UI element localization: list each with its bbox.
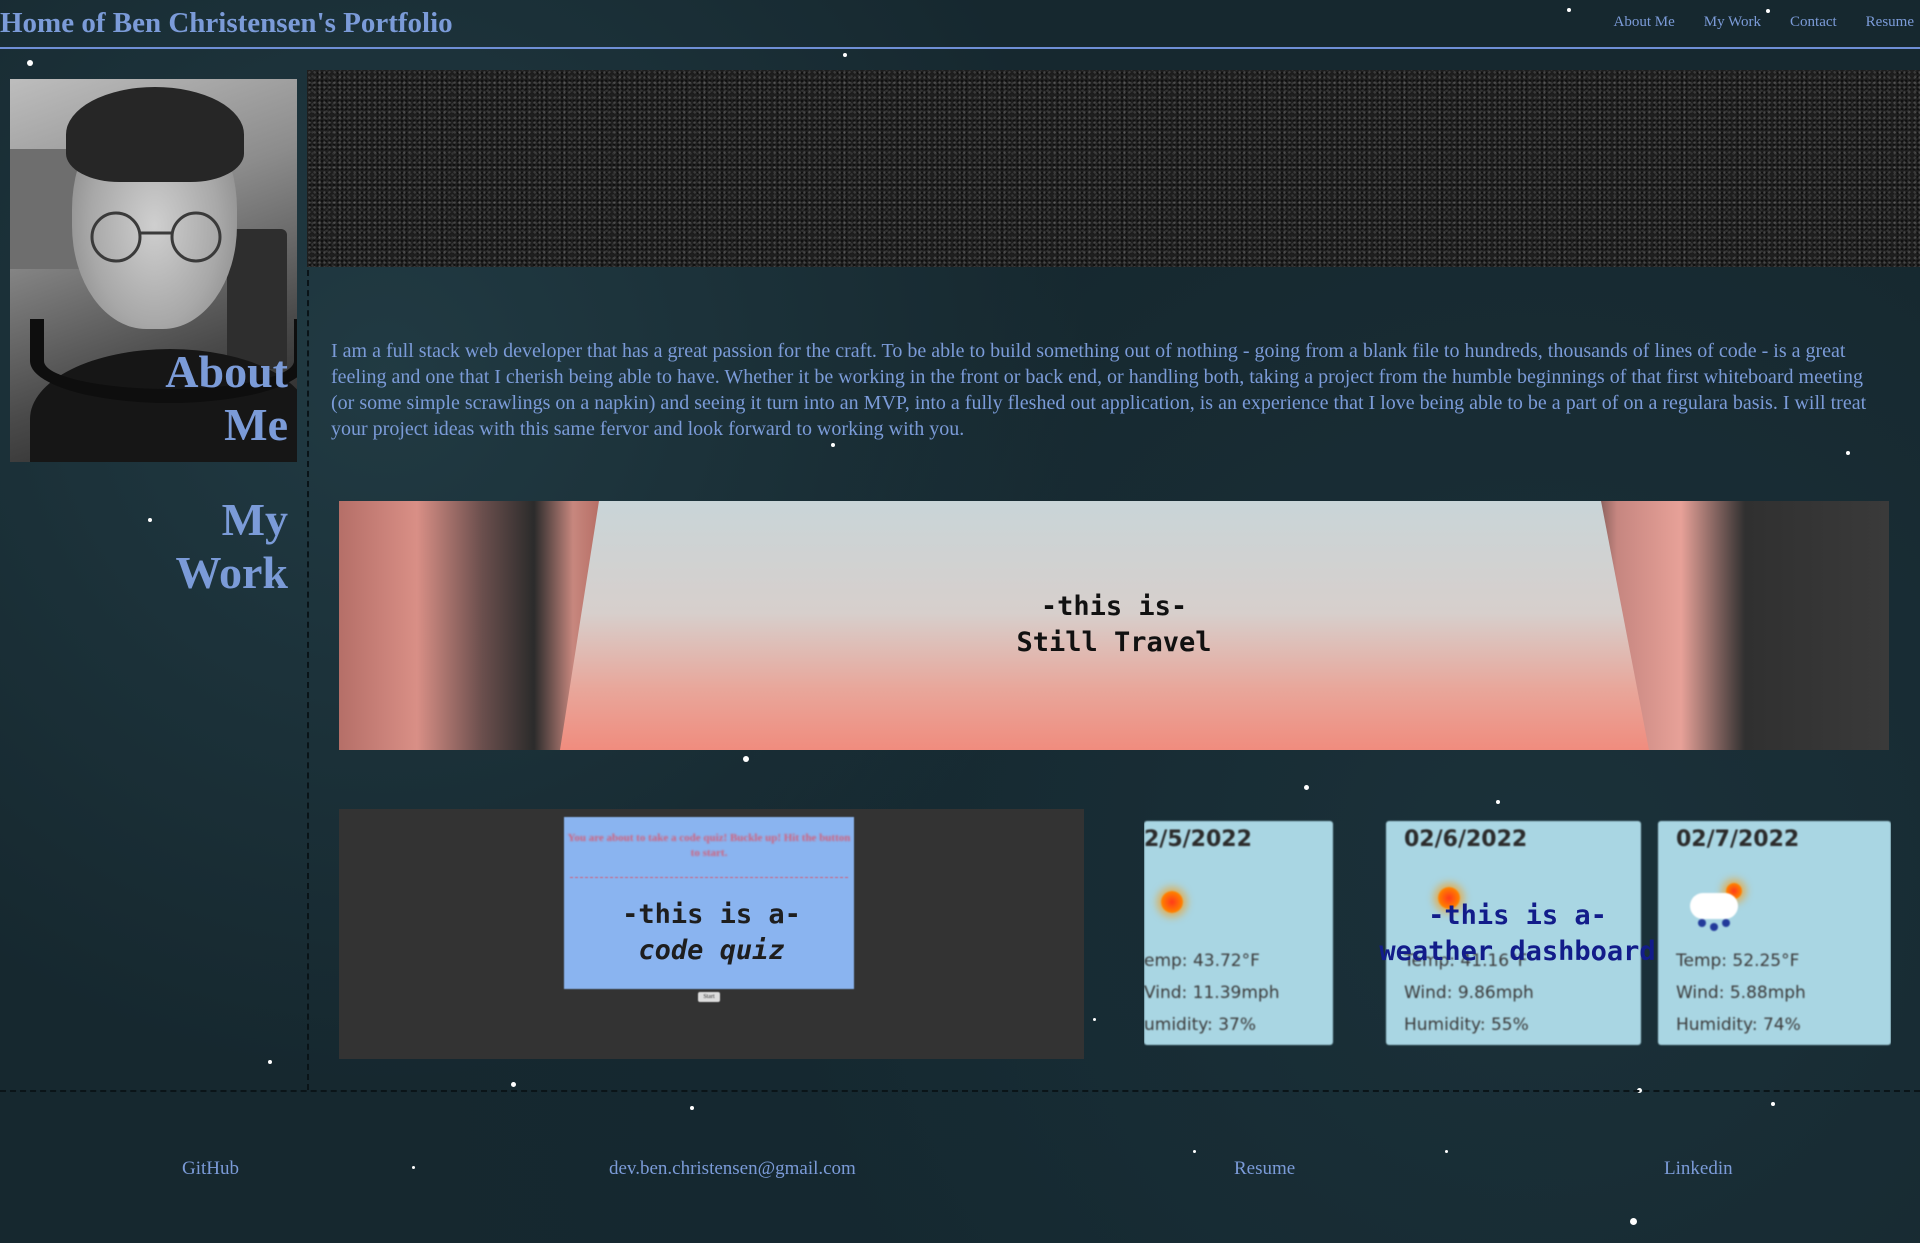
- star: [1846, 451, 1850, 455]
- star: [743, 756, 749, 762]
- footer-resume-link[interactable]: Resume: [1234, 1158, 1295, 1180]
- caption-line1: -this is a-: [1428, 900, 1607, 931]
- footer-linkedin-link[interactable]: Linkedin: [1664, 1158, 1733, 1180]
- weather-wind: Vind: 11.39mph: [1144, 983, 1280, 1003]
- footer-divider: [0, 1090, 1920, 1092]
- photo-glasses: [90, 211, 222, 263]
- project-caption: -this is a- weather dashboard: [1144, 898, 1891, 970]
- caption-line2: Still Travel: [1016, 627, 1212, 658]
- star: [511, 1082, 516, 1087]
- nav-my-work[interactable]: My Work: [1704, 14, 1761, 31]
- work-heading-line1: My: [221, 494, 288, 545]
- star: [1445, 1150, 1448, 1153]
- caption-line2: code quiz: [638, 935, 785, 966]
- weather-date: 02/6/2022: [1404, 827, 1528, 852]
- star: [690, 1106, 694, 1110]
- nav-contact[interactable]: Contact: [1790, 14, 1837, 31]
- weather-date: 2/5/2022: [1144, 827, 1252, 852]
- about-heading-line1: About: [165, 346, 288, 397]
- star: [268, 1060, 272, 1064]
- nav-about-me[interactable]: About Me: [1613, 14, 1674, 31]
- project-still-travel[interactable]: -this is- Still Travel: [339, 501, 1889, 750]
- star: [1496, 800, 1500, 804]
- star: [843, 53, 847, 57]
- project-caption: -this is a- code quiz: [339, 897, 1084, 969]
- my-work-heading: My Work: [100, 493, 288, 599]
- work-heading-line2: Work: [175, 547, 288, 598]
- site-title: Home of Ben Christensen's Portfolio: [0, 7, 453, 39]
- star: [412, 1166, 415, 1169]
- project-weather-dashboard[interactable]: 2/5/2022 emp: 43.72°F Vind: 11.39mph umi…: [1144, 818, 1891, 1050]
- weather-wind: Wind: 9.86mph: [1404, 983, 1534, 1003]
- quiz-start-button: Start: [698, 992, 720, 1002]
- star: [1304, 785, 1309, 790]
- nav-resume[interactable]: Resume: [1866, 14, 1914, 31]
- weather-date: 02/7/2022: [1676, 827, 1800, 852]
- main-nav: About Me My Work Contact Resume: [1613, 14, 1920, 31]
- star: [1771, 1102, 1775, 1106]
- weather-wind: Wind: 5.88mph: [1676, 983, 1806, 1003]
- caption-line1: -this is a-: [622, 899, 801, 930]
- project-code-quiz[interactable]: You are about to take a code quiz! Buckl…: [339, 809, 1084, 1059]
- hero-banner: [307, 70, 1920, 267]
- caption-line2: weather dashboard: [1379, 936, 1656, 967]
- sidebar-divider: [307, 270, 309, 1090]
- about-heading-line2: Me: [224, 399, 288, 450]
- site-header: Home of Ben Christensen's Portfolio Abou…: [0, 0, 1920, 49]
- quiz-intro-text: You are about to take a code quiz! Buckl…: [567, 832, 851, 859]
- star: [1193, 1150, 1196, 1153]
- caption-line1: -this is-: [1040, 591, 1188, 622]
- about-me-heading: About Me: [100, 345, 288, 451]
- star: [27, 60, 33, 66]
- photo-background-shelf: [10, 149, 80, 269]
- star: [831, 443, 835, 447]
- quiz-separator: [570, 877, 848, 878]
- star: [1630, 1218, 1637, 1225]
- star: [1093, 1018, 1096, 1021]
- weather-humidity: Humidity: 74%: [1676, 1015, 1801, 1035]
- weather-humidity: umidity: 37%: [1144, 1015, 1256, 1035]
- weather-humidity: Humidity: 55%: [1404, 1015, 1529, 1035]
- footer-github-link[interactable]: GitHub: [182, 1158, 239, 1180]
- photo-hair: [66, 87, 244, 182]
- project-caption: -this is- Still Travel: [339, 589, 1889, 661]
- about-me-text: I am a full stack web developer that has…: [331, 340, 1867, 440]
- footer-email-link[interactable]: dev.ben.christensen@gmail.com: [609, 1158, 856, 1180]
